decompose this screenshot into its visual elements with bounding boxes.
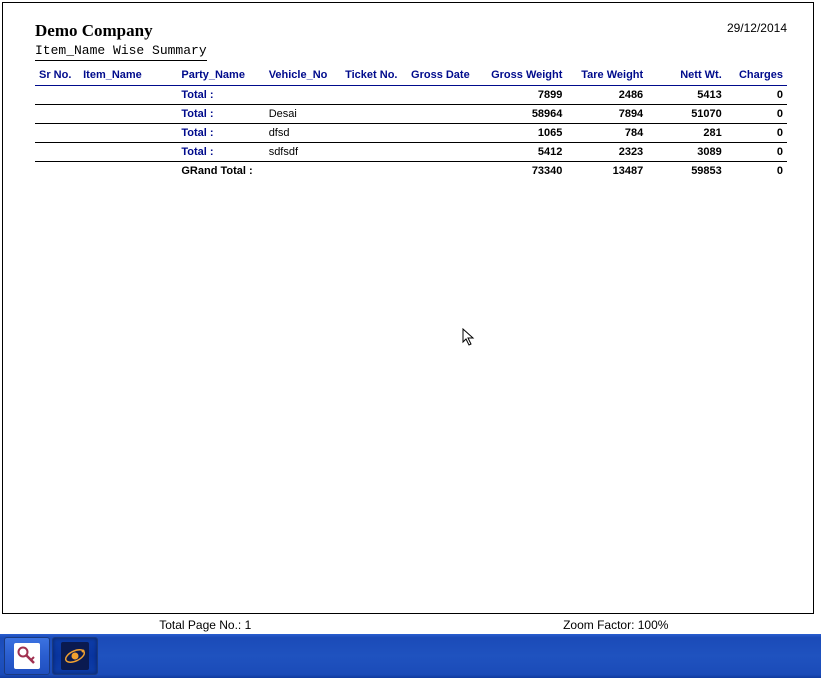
- row-vehicle: dfsd: [265, 124, 341, 143]
- col-charges: Charges: [726, 67, 787, 86]
- table-header: Sr No. Item_Name Party_Name Vehicle_No T…: [35, 67, 787, 86]
- row-label: Total :: [177, 143, 264, 162]
- row-charges: 0: [726, 86, 787, 105]
- col-party: Party_Name: [177, 67, 264, 86]
- grand-label: GRand Total :: [177, 162, 341, 181]
- table-row: Total : 7899 2486 5413 0: [35, 86, 787, 105]
- col-nettwt: Nett Wt.: [647, 67, 726, 86]
- row-nett: 51070: [647, 105, 726, 124]
- row-tare: 7894: [566, 105, 647, 124]
- taskbar-app-2[interactable]: [52, 637, 98, 675]
- row-charges: 0: [726, 124, 787, 143]
- row-tare: 784: [566, 124, 647, 143]
- taskbar: [0, 634, 821, 678]
- row-charges: 0: [726, 143, 787, 162]
- key-icon: [14, 643, 40, 669]
- row-charges: 0: [726, 105, 787, 124]
- row-nett: 5413: [647, 86, 726, 105]
- col-grossweight: Gross Weight: [480, 67, 567, 86]
- company-title: Demo Company: [35, 21, 153, 41]
- report-date: 29/12/2014: [727, 21, 787, 35]
- table-row: Total : sdfsdf 5412 2323 3089 0: [35, 143, 787, 162]
- row-nett: 281: [647, 124, 726, 143]
- row-label: Total :: [177, 86, 264, 105]
- row-vehicle: Desai: [265, 105, 341, 124]
- col-item: Item_Name: [79, 67, 177, 86]
- table-row: Total : dfsd 1065 784 281 0: [35, 124, 787, 143]
- col-grossdate: Gross Date: [407, 67, 480, 86]
- row-vehicle: sdfsdf: [265, 143, 341, 162]
- grand-charges: 0: [726, 162, 787, 181]
- row-tare: 2323: [566, 143, 647, 162]
- row-label: Total :: [177, 105, 264, 124]
- row-vehicle: [265, 86, 341, 105]
- row-gross: 5412: [480, 143, 567, 162]
- row-gross: 1065: [480, 124, 567, 143]
- report-subtitle: Item_Name Wise Summary: [35, 43, 207, 61]
- table-row: Total : Desai 58964 7894 51070 0: [35, 105, 787, 124]
- grand-nett: 59853: [647, 162, 726, 181]
- row-nett: 3089: [647, 143, 726, 162]
- grand-gross: 73340: [480, 162, 567, 181]
- col-ticket: Ticket No.: [341, 67, 407, 86]
- orbit-icon: [61, 642, 89, 670]
- col-tareweight: Tare Weight: [566, 67, 647, 86]
- report-header: Demo Company 29/12/2014: [35, 21, 787, 41]
- row-tare: 2486: [566, 86, 647, 105]
- row-label: Total :: [177, 124, 264, 143]
- row-gross: 7899: [480, 86, 567, 105]
- row-gross: 58964: [480, 105, 567, 124]
- report-table: Sr No. Item_Name Party_Name Vehicle_No T…: [35, 67, 787, 180]
- cursor-icon: [462, 328, 476, 348]
- grand-total-row: GRand Total : 73340 13487 59853 0: [35, 162, 787, 181]
- status-bar: Total Page No.: 1 Zoom Factor: 100%: [0, 616, 821, 634]
- report-page: Demo Company 29/12/2014 Item_Name Wise S…: [2, 2, 814, 614]
- col-srno: Sr No.: [35, 67, 79, 86]
- status-page: Total Page No.: 1: [0, 618, 411, 634]
- status-zoom: Zoom Factor: 100%: [411, 618, 821, 634]
- col-vehicle: Vehicle_No: [265, 67, 341, 86]
- taskbar-app-1[interactable]: [4, 637, 50, 675]
- grand-tare: 13487: [566, 162, 647, 181]
